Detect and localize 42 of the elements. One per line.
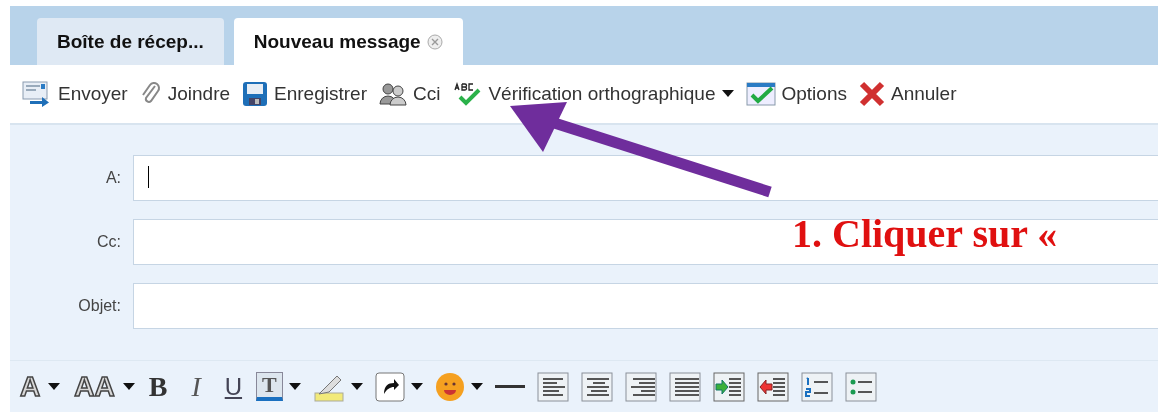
align-center-icon[interactable]	[580, 371, 613, 402]
caret-icon[interactable]	[288, 382, 301, 391]
close-icon[interactable]	[426, 33, 443, 50]
format-button[interactable]: U	[222, 372, 245, 401]
people-icon	[378, 82, 407, 106]
numbered-list-icon[interactable]	[800, 371, 833, 402]
toolbar-button[interactable]: Enregistrer	[238, 81, 371, 107]
field-label: Cc:	[96, 233, 122, 251]
input-field[interactable]	[133, 219, 1158, 265]
justify-icon[interactable]	[668, 371, 701, 402]
outdent-icon[interactable]	[756, 371, 789, 402]
toolbar-button[interactable]: Options	[741, 81, 851, 107]
caret-icon	[721, 90, 734, 98]
toolbar-button[interactable]: Envoyer	[18, 81, 132, 107]
toolbar-button[interactable]: Annuler	[855, 81, 961, 107]
caret-icon[interactable]	[122, 382, 135, 391]
dropdown-button[interactable]: Vérification orthographique	[448, 81, 738, 107]
field-label: A:	[104, 169, 122, 187]
format-button[interactable]: B	[146, 370, 170, 403]
toolbar-button[interactable]: Cci	[374, 82, 445, 106]
indent-icon[interactable]	[712, 371, 745, 402]
input-field[interactable]	[133, 283, 1158, 329]
bullet-list-icon[interactable]	[844, 371, 877, 402]
smiley-icon[interactable]	[434, 371, 465, 402]
align-left-icon[interactable]	[536, 371, 569, 402]
format-button[interactable]: T	[256, 372, 283, 401]
format-button[interactable]: I	[181, 370, 211, 403]
input-field[interactable]	[133, 155, 1158, 201]
close-icon	[859, 81, 885, 107]
tab[interactable]: Nouveau message	[233, 18, 463, 65]
send-icon	[22, 81, 52, 107]
caret-icon[interactable]	[470, 382, 483, 391]
caret-icon[interactable]	[350, 382, 363, 391]
caret-icon[interactable]	[48, 382, 61, 391]
align-right-icon[interactable]	[624, 371, 657, 402]
spell-check-icon	[452, 81, 483, 107]
checkbox-icon	[745, 81, 776, 107]
tab[interactable]: Boîte de récep...	[37, 18, 224, 65]
annotation-text: 1. Cliquer sur «	[792, 210, 1058, 257]
toolbar-button[interactable]: Joindre	[135, 81, 235, 107]
field-label: Objet:	[77, 297, 122, 315]
caret-icon[interactable]	[410, 382, 423, 391]
